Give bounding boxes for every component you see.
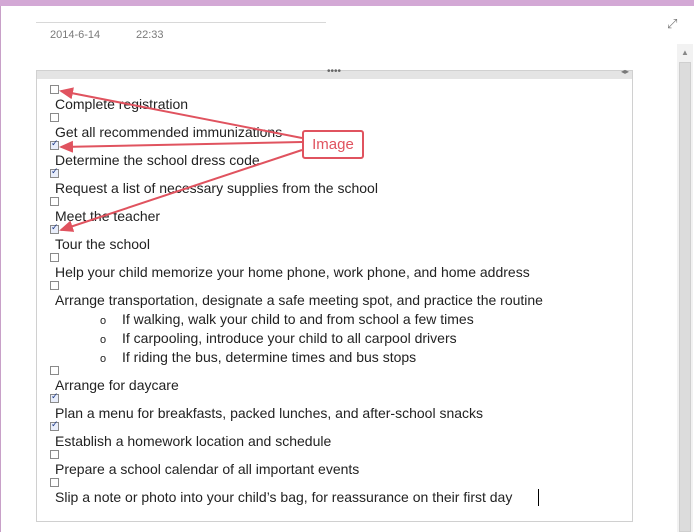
callout-arrows <box>59 87 303 232</box>
callout-arrow <box>59 140 303 153</box>
image-callout-label: Image <box>302 130 364 159</box>
callout-arrow <box>59 149 303 232</box>
callout-arrow <box>59 87 303 139</box>
